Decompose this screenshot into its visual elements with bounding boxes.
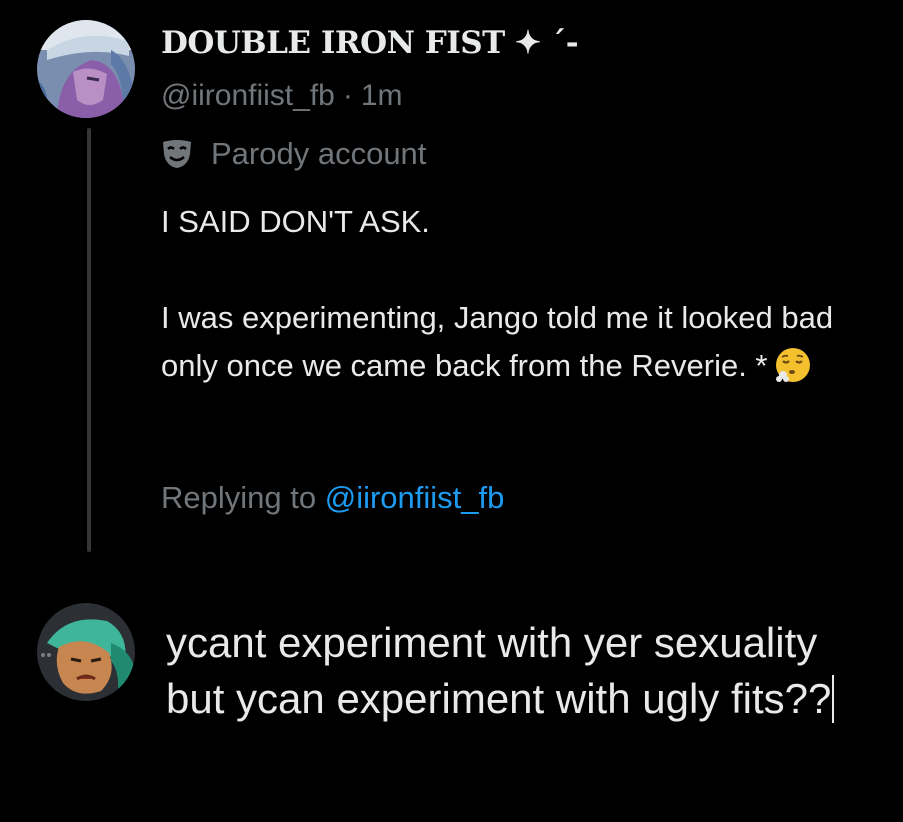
reply-user-avatar[interactable] [37, 603, 135, 701]
text-cursor [832, 675, 835, 723]
author-handle[interactable]: @iironfiist_fb [161, 79, 335, 112]
replying-to: Replying to @iironfiist_fb [161, 480, 504, 516]
author-meta: @iironfiist_fb · 1m [161, 79, 403, 113]
tweet-timestamp[interactable]: 1m [361, 79, 403, 112]
tweet-text-paragraph: I was experimenting, Jango told me it lo… [161, 294, 881, 390]
parody-account-label: Parody account [161, 136, 426, 172]
replying-prefix: Replying to [161, 480, 317, 515]
replying-mention-link[interactable]: @iironfiist_fb [325, 480, 505, 515]
meta-separator: · [342, 79, 353, 112]
tweet-author-avatar[interactable] [37, 20, 135, 118]
thread-connector-line [87, 128, 91, 552]
reply-input-text: ycant experiment with yer sexuality but … [166, 619, 832, 722]
reply-input[interactable]: ycant experiment with yer sexuality but … [166, 615, 886, 727]
tweet-body: I SAID DON'T ASK. I was experimenting, J… [161, 198, 881, 390]
face-exhaling-emoji [774, 346, 812, 384]
tweet-text-line: I SAID DON'T ASK. [161, 204, 430, 239]
parody-label-text: Parody account [211, 136, 427, 171]
author-display-name[interactable]: DOUBLE IRON FIST ✦ ´- [161, 25, 579, 61]
tweet-text-line: I was experimenting, Jango told me it lo… [161, 300, 834, 383]
theater-mask-icon [161, 139, 193, 169]
